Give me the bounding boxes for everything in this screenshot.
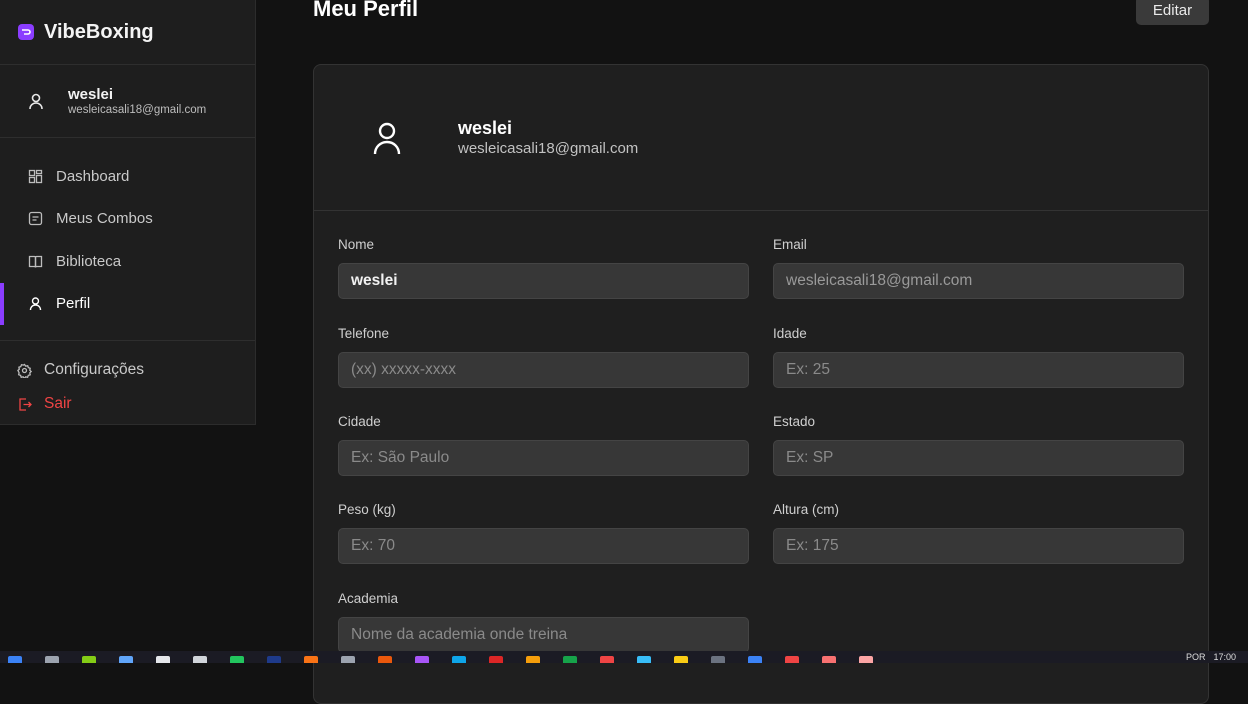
app-icon[interactable] bbox=[711, 656, 725, 663]
app-icon[interactable] bbox=[267, 656, 281, 663]
app-icon[interactable] bbox=[378, 656, 392, 663]
chrome-icon[interactable] bbox=[822, 656, 836, 663]
estado-input[interactable] bbox=[773, 440, 1184, 476]
brand-name: VibeBoxing bbox=[44, 20, 154, 43]
sidebar-item-biblioteca[interactable]: Biblioteca bbox=[0, 240, 255, 283]
telefone-input[interactable] bbox=[338, 352, 749, 388]
field-academia: Academia bbox=[338, 591, 749, 653]
settings-label: Configurações bbox=[44, 361, 144, 378]
logout-icon bbox=[19, 397, 32, 411]
app-icon[interactable] bbox=[785, 656, 799, 663]
field-email: Email bbox=[773, 237, 1184, 299]
brand-logo-icon bbox=[18, 24, 34, 40]
app-icon[interactable] bbox=[526, 656, 540, 663]
app-icon[interactable] bbox=[563, 656, 577, 663]
vscode-icon[interactable] bbox=[748, 656, 762, 663]
profile-header: weslei wesleicasali18@gmail.com bbox=[314, 65, 1208, 211]
folder-icon[interactable] bbox=[674, 656, 688, 663]
profile-card: weslei wesleicasali18@gmail.com Nome Ema… bbox=[313, 64, 1209, 704]
app-icon[interactable] bbox=[230, 656, 244, 663]
telefone-label: Telefone bbox=[338, 326, 390, 341]
sidebar-item-meus-combos[interactable]: Meus Combos bbox=[0, 198, 255, 241]
peso-label: Peso (kg) bbox=[338, 502, 396, 517]
sidebar-user-email: wesleicasali18@gmail.com bbox=[68, 103, 207, 116]
logout-label: Sair bbox=[44, 395, 72, 412]
clock[interactable]: 17:00 bbox=[1213, 652, 1236, 662]
idade-input[interactable] bbox=[773, 352, 1184, 388]
book-icon bbox=[28, 255, 43, 268]
app-icon[interactable] bbox=[452, 656, 466, 663]
academia-label: Academia bbox=[338, 591, 399, 606]
logout-link[interactable]: Sair bbox=[0, 387, 255, 421]
app-icon[interactable] bbox=[119, 656, 133, 663]
app-icon[interactable] bbox=[415, 656, 429, 663]
dashboard-icon bbox=[28, 169, 43, 183]
app-icon[interactable] bbox=[859, 656, 873, 663]
sidebar-item-label: Dashboard bbox=[56, 167, 130, 185]
brand[interactable]: VibeBoxing bbox=[0, 0, 255, 65]
nome-label: Nome bbox=[338, 237, 375, 252]
search-icon[interactable] bbox=[45, 656, 59, 663]
profile-avatar-icon bbox=[373, 122, 401, 154]
sidebar-user-name: weslei bbox=[68, 85, 114, 103]
email-input[interactable] bbox=[773, 263, 1184, 299]
field-altura: Altura (cm) bbox=[773, 502, 1184, 564]
profile-email: wesleicasali18@gmail.com bbox=[458, 139, 639, 157]
app-icon[interactable] bbox=[193, 656, 207, 663]
settings-link[interactable]: Configurações bbox=[0, 353, 255, 387]
sidebar-item-label: Meus Combos bbox=[56, 210, 153, 228]
sidebar: VibeBoxing weslei wesleicasali18@gmail.c… bbox=[0, 0, 256, 425]
peso-input[interactable] bbox=[338, 528, 749, 564]
field-nome: Nome bbox=[338, 237, 749, 299]
app-icon[interactable] bbox=[489, 656, 503, 663]
user-icon bbox=[29, 297, 42, 311]
gear-icon bbox=[17, 363, 32, 378]
app-icon[interactable] bbox=[637, 656, 651, 663]
language-indicator[interactable]: POR bbox=[1186, 652, 1206, 662]
edit-button[interactable]: Editar bbox=[1136, 0, 1209, 25]
windows-start-icon[interactable] bbox=[8, 656, 22, 663]
sidebar-item-dashboard[interactable]: Dashboard bbox=[0, 155, 255, 198]
sidebar-item-label: Biblioteca bbox=[56, 252, 122, 270]
user-avatar-icon bbox=[29, 93, 43, 110]
app-icon[interactable] bbox=[600, 656, 614, 663]
system-tray: POR 17:00 bbox=[1186, 651, 1248, 663]
cidade-input[interactable] bbox=[338, 440, 749, 476]
altura-input[interactable] bbox=[773, 528, 1184, 564]
idade-label: Idade bbox=[773, 326, 807, 341]
app-icon[interactable] bbox=[304, 656, 318, 663]
estado-label: Estado bbox=[773, 414, 816, 429]
email-label: Email bbox=[773, 237, 807, 252]
field-telefone: Telefone bbox=[338, 326, 749, 388]
sidebar-nav: Dashboard Meus Combos Biblioteca Perfil bbox=[0, 138, 255, 341]
app-icon[interactable] bbox=[341, 656, 355, 663]
field-cidade: Cidade bbox=[338, 414, 749, 476]
field-peso: Peso (kg) bbox=[338, 502, 749, 564]
app-icon[interactable] bbox=[82, 656, 96, 663]
nome-input[interactable] bbox=[338, 263, 749, 299]
sidebar-footer: Configurações Sair bbox=[0, 341, 255, 421]
combos-icon bbox=[28, 212, 43, 226]
field-idade: Idade bbox=[773, 326, 1184, 388]
profile-name: weslei bbox=[458, 117, 513, 138]
page-title: Meu Perfil bbox=[313, 0, 419, 21]
sidebar-item-label: Perfil bbox=[56, 295, 91, 313]
field-estado: Estado bbox=[773, 414, 1184, 476]
sidebar-item-perfil[interactable]: Perfil bbox=[0, 282, 255, 326]
app-icon[interactable] bbox=[156, 656, 170, 663]
cidade-label: Cidade bbox=[338, 414, 381, 429]
sidebar-user: weslei wesleicasali18@gmail.com bbox=[0, 65, 255, 138]
os-taskbar: POR 17:00 bbox=[0, 651, 1248, 663]
altura-label: Altura (cm) bbox=[773, 502, 840, 517]
academia-input[interactable] bbox=[338, 617, 749, 653]
